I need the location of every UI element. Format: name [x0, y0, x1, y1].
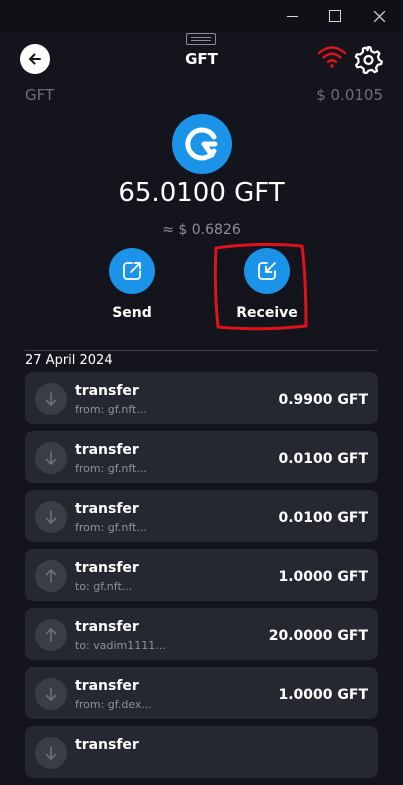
transaction-row[interactable]: transfer from: gf.dex... 1.0000 GFT [25, 667, 378, 719]
token-logo [172, 114, 232, 174]
token-price: $ 0.0105 [316, 86, 383, 104]
date-header: 27 April 2024 [25, 353, 113, 368]
token-balance-usd: ≈ $ 0.6826 [162, 222, 241, 238]
transaction-amount: 0.9900 GFT [278, 392, 368, 408]
arrow-down-icon [35, 737, 67, 769]
transaction-list: transfer from: gf.nft... 0.9900 GFT transfe… [25, 372, 378, 785]
arrow-down-icon [35, 383, 67, 415]
transaction-row[interactable]: transfer to: gf.nft... 1.0000 GFT [25, 549, 378, 601]
transaction-row[interactable]: transfer from: gf.nft... 0.0100 GFT [25, 490, 378, 542]
send-icon-circle[interactable] [109, 248, 155, 294]
transaction-type: transfer [75, 678, 139, 694]
gft-logo-icon [185, 127, 218, 161]
minimize-icon [286, 15, 298, 17]
send-label: Send [112, 305, 152, 321]
drag-handle-icon[interactable] [186, 33, 216, 45]
maximize-button[interactable] [313, 0, 357, 32]
transaction-type: transfer [75, 737, 139, 753]
transaction-type: transfer [75, 442, 139, 458]
transaction-row[interactable]: transfer to: vadim1111... 20.0000 GFT [25, 608, 378, 660]
red-highlight-annotation [213, 242, 308, 331]
transaction-type: transfer [75, 383, 139, 399]
transaction-row[interactable]: transfer from: gf.nft... 0.9900 GFT [25, 372, 378, 424]
arrow-up-icon [35, 619, 67, 651]
token-symbol: GFT [25, 86, 55, 104]
transaction-party: from: gf.nft... [75, 403, 147, 416]
close-icon [373, 10, 385, 22]
transaction-row[interactable]: transfer from: gf.nft... 0.0100 GFT [25, 431, 378, 483]
transaction-party: from: gf.dex... [75, 698, 152, 711]
arrow-down-icon [35, 442, 67, 474]
transaction-type: transfer [75, 501, 139, 517]
maximize-icon [329, 10, 341, 22]
transaction-type: transfer [75, 560, 139, 576]
transaction-amount: 0.0100 GFT [278, 451, 368, 467]
minimize-button[interactable] [270, 0, 314, 32]
transaction-amount: 1.0000 GFT [278, 687, 368, 703]
transaction-amount: 1.0000 GFT [278, 569, 368, 585]
transaction-party: to: gf.nft... [75, 580, 133, 593]
wifi-icon[interactable] [317, 45, 347, 69]
window-titlebar [0, 0, 403, 32]
transaction-type: transfer [75, 619, 139, 635]
transaction-party: to: vadim1111... [75, 639, 166, 652]
transaction-row[interactable]: transfer [25, 726, 378, 778]
transaction-amount: 0.0100 GFT [278, 510, 368, 526]
gear-icon[interactable] [353, 44, 383, 74]
arrow-up-icon [35, 560, 67, 592]
section-divider [25, 350, 378, 351]
arrow-down-icon [35, 678, 67, 710]
arrow-up-right-icon [123, 262, 141, 280]
transaction-amount: 20.0000 GFT [268, 628, 368, 644]
transaction-party: from: gf.nft... [75, 462, 147, 475]
token-balance: 65.0100 GFT [118, 178, 285, 208]
arrow-down-icon [35, 501, 67, 533]
transaction-party: from: gf.nft... [75, 521, 147, 534]
close-button[interactable] [357, 0, 401, 32]
send-button[interactable]: Send [97, 248, 167, 321]
